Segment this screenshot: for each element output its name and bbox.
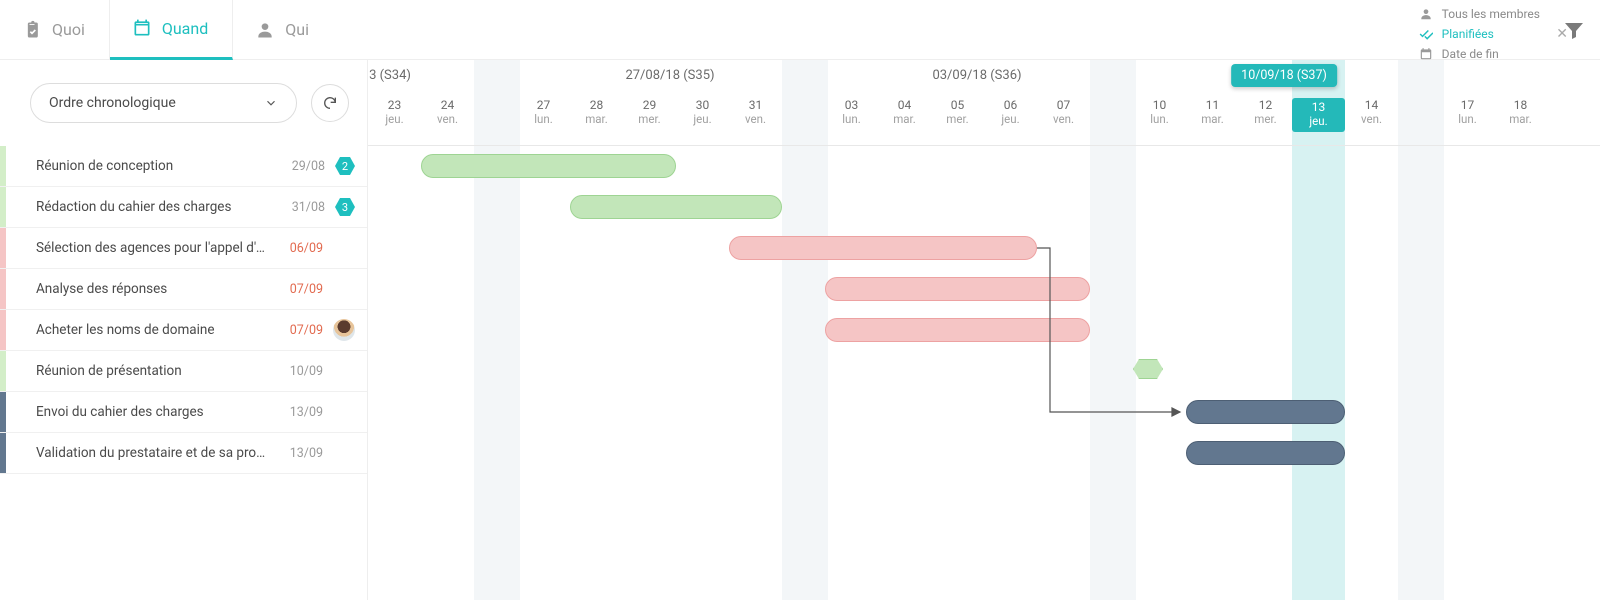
person-icon <box>1418 6 1434 22</box>
dependency-arrow <box>368 146 1600 546</box>
day-header[interactable]: 11mar. <box>1186 98 1239 126</box>
day-header[interactable]: 17lun. <box>1441 98 1494 126</box>
day-header[interactable]: 31ven. <box>729 98 782 126</box>
task-name: Réunion de présentation <box>0 363 271 379</box>
task-count-badge: 3 <box>335 197 355 217</box>
day-header[interactable]: 30jeu. <box>676 98 729 126</box>
task-sidebar: Ordre chronologique Réunion de conceptio… <box>0 60 368 600</box>
top-tabs: Quoi Quand Qui Tous les membres Planifié… <box>0 0 1600 60</box>
task-date: 31/08 <box>273 200 325 215</box>
avatar <box>333 319 355 341</box>
day-header[interactable]: 24ven. <box>421 98 474 126</box>
day-header[interactable]: 13jeu. <box>1292 98 1345 132</box>
tab-qui[interactable]: Qui <box>233 0 333 60</box>
day-header[interactable]: 29mer. <box>623 98 676 126</box>
task-row[interactable]: Sélection des agences pour l'appel d'of.… <box>0 228 367 269</box>
week-label: 03/09/18 (S36) <box>932 68 1021 83</box>
day-header[interactable]: 18mar. <box>1494 98 1547 126</box>
task-date: 07/09 <box>271 282 323 297</box>
filter-planned-label: Planifiées <box>1442 27 1494 41</box>
task-row[interactable]: Validation du prestataire et de sa propo… <box>0 433 367 474</box>
day-header[interactable]: 04mar. <box>878 98 931 126</box>
chevron-down-icon <box>264 96 278 110</box>
task-name: Rédaction du cahier des charges <box>0 199 273 215</box>
task-row[interactable]: Réunion de présentation10/09 <box>0 351 367 392</box>
clipboard-icon <box>22 20 42 40</box>
day-header[interactable]: 03lun. <box>825 98 878 126</box>
day-header[interactable]: 12mer. <box>1239 98 1292 126</box>
week-label: 27/08/18 (S35) <box>625 68 714 83</box>
calendar-icon <box>132 18 152 38</box>
day-header[interactable]: 07ven. <box>1037 98 1090 126</box>
day-header[interactable]: 27lun. <box>517 98 570 126</box>
task-date: 07/09 <box>271 323 323 338</box>
task-row[interactable]: Réunion de conception29/08 2 <box>0 146 367 187</box>
task-name: Réunion de conception <box>0 158 273 174</box>
task-list: Réunion de conception29/08 2 Rédaction du … <box>0 146 367 600</box>
day-header[interactable]: 06jeu. <box>984 98 1037 126</box>
sort-label: Ordre chronologique <box>49 95 176 111</box>
task-count-badge: 2 <box>335 156 355 176</box>
filter-icon[interactable] <box>1562 18 1586 42</box>
day-header[interactable]: 28mar. <box>570 98 623 126</box>
person-icon <box>255 20 275 40</box>
task-date: 10/09 <box>271 364 323 379</box>
filter-members[interactable]: Tous les membres <box>1418 6 1540 22</box>
tab-quoi-label: Quoi <box>52 20 85 39</box>
double-check-icon <box>1418 26 1434 42</box>
filter-planned[interactable]: Planifiées ✕ <box>1418 26 1540 42</box>
refresh-button[interactable] <box>311 84 349 122</box>
task-name: Analyse des réponses <box>0 281 271 297</box>
week-label: 3 (S34) <box>369 68 411 83</box>
tab-quand-label: Quand <box>162 19 208 38</box>
header-filters: Tous les membres Planifiées ✕ Date de fi… <box>1418 0 1540 62</box>
day-header[interactable]: 23jeu. <box>368 98 421 126</box>
task-row[interactable]: Envoi du cahier des charges13/09 <box>0 392 367 433</box>
task-row[interactable]: Rédaction du cahier des charges31/08 3 <box>0 187 367 228</box>
task-date: 29/08 <box>273 159 325 174</box>
task-date: 13/09 <box>271 405 323 420</box>
day-header[interactable]: 14ven. <box>1345 98 1398 126</box>
task-row[interactable]: Acheter les noms de domaine07/09 <box>0 310 367 351</box>
day-header[interactable]: 10lun. <box>1133 98 1186 126</box>
timeline: 3 (S34) 27/08/18 (S35) 03/09/18 (S36) 10/09… <box>368 60 1600 600</box>
tab-quand[interactable]: Quand <box>110 0 233 60</box>
day-header[interactable]: 05mer. <box>931 98 984 126</box>
filter-datemode-label: Date de fin <box>1442 47 1499 61</box>
task-name: Sélection des agences pour l'appel d'of.… <box>0 240 271 256</box>
task-date: 06/09 <box>271 241 323 256</box>
tab-quoi[interactable]: Quoi <box>0 0 110 60</box>
task-date: 13/09 <box>271 446 323 461</box>
task-row[interactable]: Analyse des réponses07/09 <box>0 269 367 310</box>
filter-members-label: Tous les membres <box>1442 7 1540 21</box>
task-name: Acheter les noms de domaine <box>0 322 271 338</box>
current-week-pill: 10/09/18 (S37) <box>1231 64 1337 87</box>
sort-select[interactable]: Ordre chronologique <box>30 83 297 123</box>
tab-qui-label: Qui <box>285 20 309 39</box>
task-name: Envoi du cahier des charges <box>0 404 271 420</box>
task-name: Validation du prestataire et de sa propo… <box>0 445 271 461</box>
